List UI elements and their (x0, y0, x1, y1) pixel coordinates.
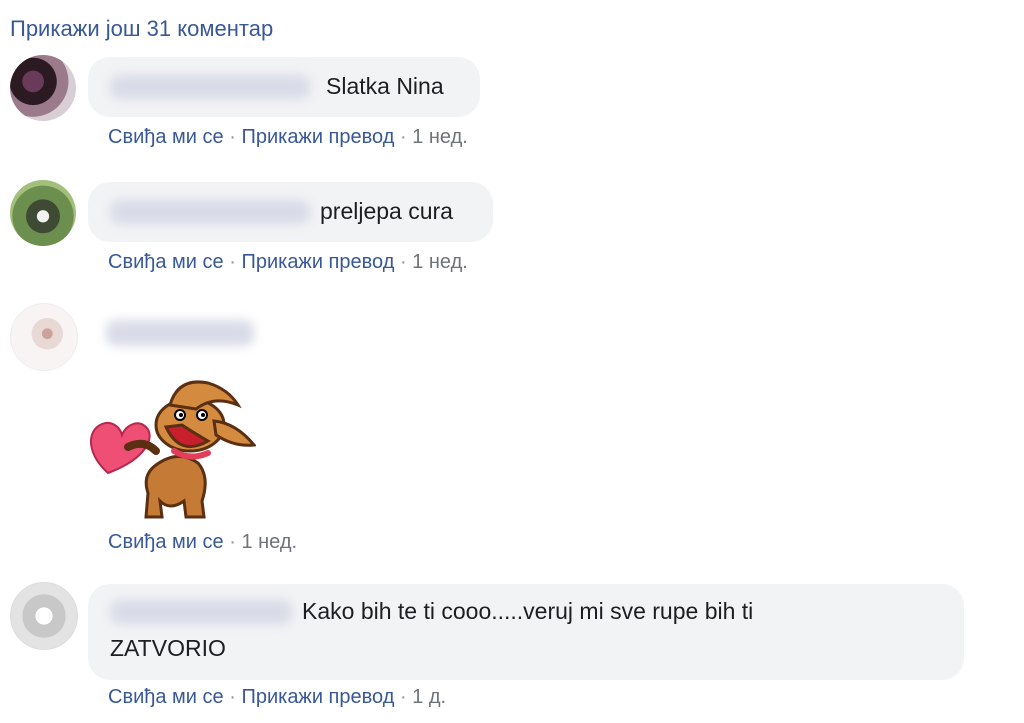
comment-text: Slatka Nina (326, 73, 444, 99)
show-translation-link[interactable]: Прикажи превод (241, 251, 394, 273)
separator: · (399, 251, 407, 273)
separator: · (229, 686, 236, 708)
blurred-author-name[interactable] (110, 600, 292, 624)
separator: · (229, 531, 236, 553)
comment-actions: Свиђа ми се · 1 нед. (108, 531, 297, 554)
avatar[interactable] (10, 303, 78, 371)
comment-text-line2: ZATVORIO (110, 635, 226, 661)
comment-bubble: Slatka Nina (88, 57, 480, 117)
separator: · (399, 686, 407, 708)
blurred-author-name[interactable] (110, 200, 310, 224)
comment-actions: Свиђа ми се · Прикажи превод · 1 д. (108, 686, 446, 709)
timestamp[interactable]: 1 нед. (412, 126, 468, 148)
comment-actions: Свиђа ми се · Прикажи превод · 1 нед. (108, 126, 468, 149)
comment-text-line1: Kako bih te ti cooo.....veruj mi sve rup… (302, 598, 754, 624)
comment-actions: Свиђа ми се · Прикажи превод · 1 нед. (108, 251, 468, 274)
dog-heart-sticker (89, 380, 256, 519)
separator: · (229, 251, 236, 273)
comment-bubble: preljepa cura (88, 182, 493, 242)
show-translation-link[interactable]: Прикажи превод (241, 126, 394, 148)
like-link[interactable]: Свиђа ми се (108, 531, 224, 553)
timestamp[interactable]: 1 нед. (241, 531, 297, 553)
timestamp[interactable]: 1 д. (412, 686, 446, 708)
avatar[interactable] (10, 180, 76, 246)
show-translation-link[interactable]: Прикажи превод (241, 686, 394, 708)
separator: · (229, 126, 236, 148)
show-more-comments-link[interactable]: Прикажи још 31 коментар (10, 16, 273, 42)
comment-text: preljepa cura (320, 198, 453, 224)
avatar[interactable] (10, 582, 78, 650)
blurred-author-name[interactable] (106, 320, 254, 346)
comment-bubble: Kako bih te ti cooo.....veruj mi sve rup… (88, 584, 964, 680)
avatar[interactable] (10, 55, 76, 121)
like-link[interactable]: Свиђа ми се (108, 251, 224, 273)
like-link[interactable]: Свиђа ми се (108, 686, 224, 708)
blurred-author-name[interactable] (110, 75, 310, 99)
timestamp[interactable]: 1 нед. (412, 251, 468, 273)
like-link[interactable]: Свиђа ми се (108, 126, 224, 148)
separator: · (399, 126, 407, 148)
